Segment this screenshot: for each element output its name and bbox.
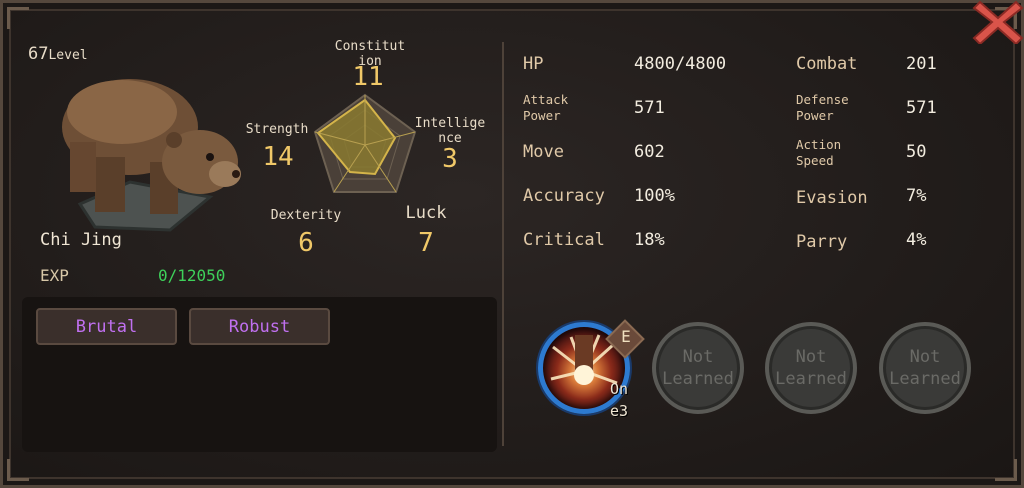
- character-name: Chi Jing: [40, 230, 122, 250]
- skill-slot-locked[interactable]: Not Learned: [879, 322, 971, 414]
- dexterity-value: 6: [298, 228, 314, 258]
- luck-label: Luck: [405, 203, 447, 223]
- frame-corner: [7, 459, 29, 481]
- panel-divider: [502, 42, 504, 446]
- skill-grade-letter: E: [621, 327, 631, 346]
- trait-robust[interactable]: Robust: [189, 308, 330, 345]
- exp-label: EXP: [40, 266, 69, 285]
- evasion-value: 7%: [906, 186, 927, 206]
- hp-label: HP: [523, 54, 544, 74]
- attribute-radar-chart: [310, 90, 420, 200]
- level-word: Level: [48, 48, 88, 63]
- move-value: 602: [634, 142, 665, 162]
- defense-power-label: Defense Power: [796, 92, 849, 123]
- trait-brutal[interactable]: Brutal: [36, 308, 177, 345]
- intelligence-value: 3: [442, 144, 458, 174]
- defense-power-value: 571: [906, 98, 937, 118]
- bear-portrait: [50, 62, 250, 237]
- strength-label: Strength: [245, 122, 309, 137]
- hp-value: 4800/4800: [634, 54, 727, 74]
- close-x-icon: [972, 0, 1024, 46]
- close-button[interactable]: [972, 0, 1024, 46]
- luck-value: 7: [418, 228, 434, 258]
- skill-slot-locked[interactable]: Not Learned: [652, 322, 744, 414]
- frame-corner: [7, 7, 29, 29]
- strength-value: 14: [262, 142, 294, 172]
- frame-corner: [995, 459, 1017, 481]
- skill-note: On e3: [610, 380, 629, 420]
- combat-label: Combat: [796, 54, 858, 74]
- accuracy-label: Accuracy: [523, 186, 605, 206]
- accuracy-value: 100%: [634, 186, 675, 206]
- action-speed-label: Action Speed: [796, 137, 842, 168]
- level-number: 67: [28, 44, 49, 64]
- evasion-label: Evasion: [796, 188, 868, 208]
- parry-value: 4%: [906, 230, 927, 250]
- action-speed-value: 50: [906, 142, 927, 162]
- combat-value: 201: [906, 54, 937, 74]
- critical-value: 18%: [634, 230, 665, 250]
- parry-label: Parry: [796, 232, 848, 252]
- exp-value: 0/12050: [158, 266, 226, 285]
- move-label: Move: [523, 142, 564, 162]
- character-level: 67Level: [28, 44, 88, 64]
- attack-power-label: Attack Power: [523, 92, 569, 123]
- constitution-value: 11: [352, 62, 384, 92]
- dexterity-label: Dexterity: [270, 208, 342, 223]
- attack-power-value: 571: [634, 98, 665, 118]
- critical-label: Critical: [523, 230, 605, 250]
- skill-slot-locked[interactable]: Not Learned: [765, 322, 857, 414]
